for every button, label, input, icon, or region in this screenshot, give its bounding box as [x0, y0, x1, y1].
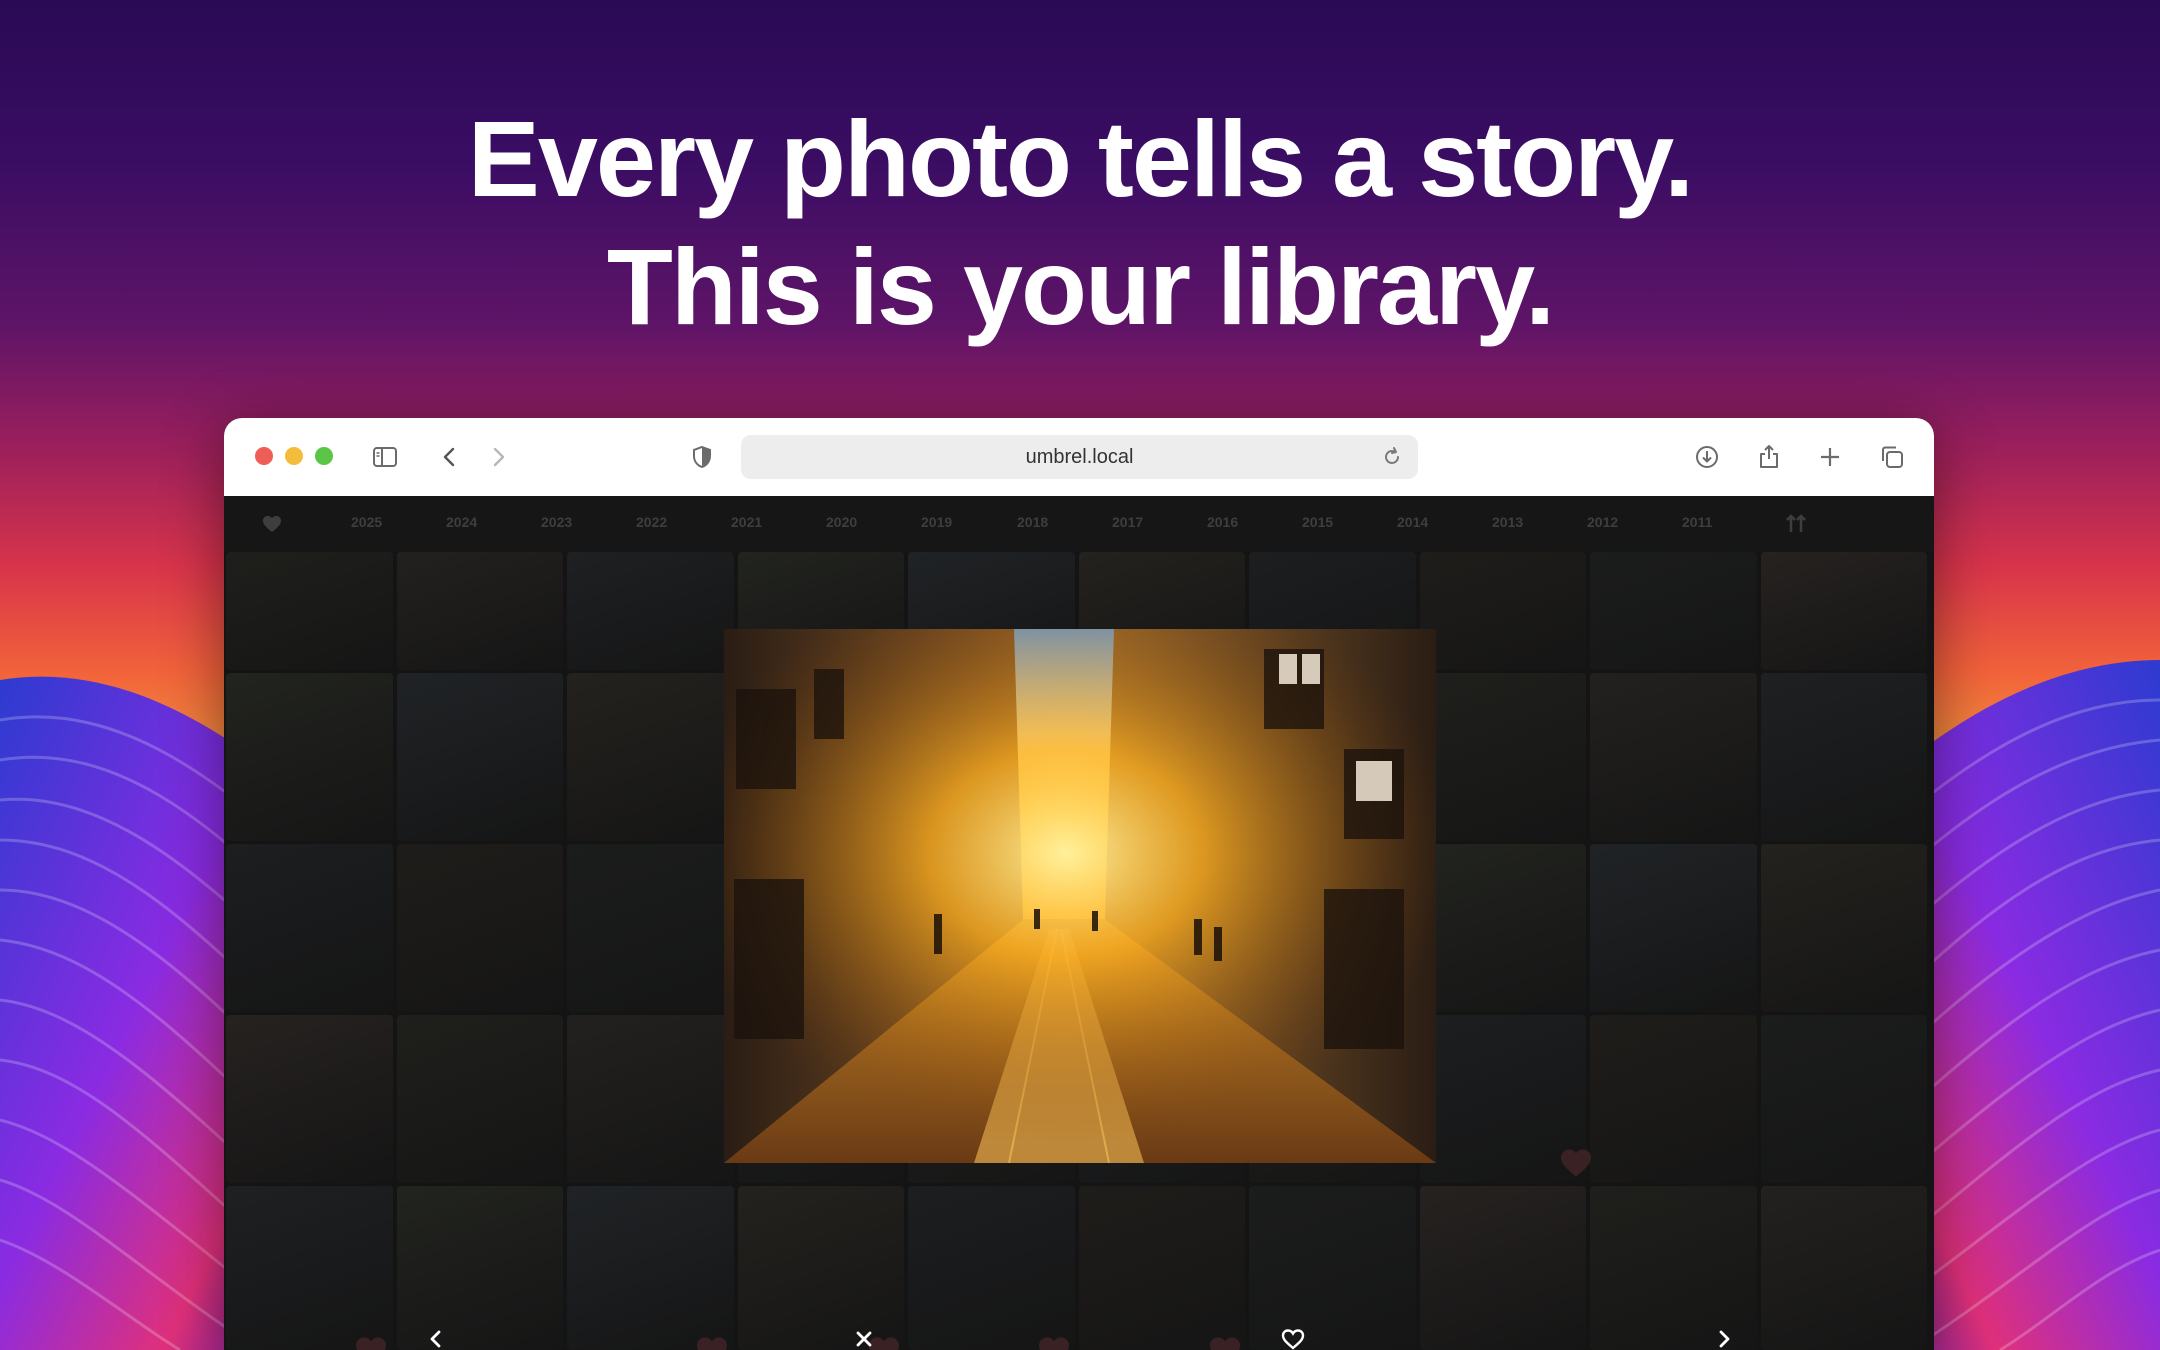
thumbnail-favorite-icon — [1210, 1337, 1240, 1350]
new-tab-icon[interactable] — [1813, 440, 1847, 474]
year-2024[interactable]: 2024 — [446, 514, 477, 530]
hero-headline: Every photo tells a story. This is your … — [0, 95, 2160, 351]
photo-thumbnail[interactable] — [567, 673, 734, 841]
photo-thumbnail[interactable] — [1419, 673, 1586, 841]
thumbnail-favorite-icon — [697, 1337, 727, 1350]
year-2012[interactable]: 2012 — [1587, 514, 1618, 530]
close-window-button[interactable] — [255, 447, 273, 465]
photo-thumbnail[interactable] — [396, 552, 563, 670]
year-2016[interactable]: 2016 — [1207, 514, 1238, 530]
photo-thumbnail[interactable] — [226, 552, 393, 670]
photo-thumbnail[interactable] — [396, 673, 563, 841]
browser-toolbar: umbrel.local — [224, 418, 1934, 497]
reload-icon[interactable] — [1378, 443, 1406, 471]
photo-thumbnail[interactable] — [226, 844, 393, 1012]
next-icon[interactable] — [1709, 1324, 1739, 1350]
timeline-bar: 2025 2024 2023 2022 2021 2020 2019 2018 … — [224, 496, 1934, 552]
close-icon[interactable] — [849, 1324, 879, 1350]
photo-thumbnail[interactable] — [567, 1015, 734, 1183]
photo-thumbnail[interactable] — [1249, 1186, 1416, 1350]
street-sunset-photo — [724, 629, 1436, 1163]
photo-thumbnail[interactable] — [567, 552, 734, 670]
year-2023[interactable]: 2023 — [541, 514, 572, 530]
year-2015[interactable]: 2015 — [1302, 514, 1333, 530]
photo-thumbnail[interactable] — [1760, 552, 1927, 670]
heart-icon[interactable] — [262, 515, 282, 533]
headline-line-1: Every photo tells a story. — [467, 98, 1694, 219]
photo-thumbnail[interactable] — [226, 673, 393, 841]
photos-app: 2025 2024 2023 2022 2021 2020 2019 2018 … — [224, 496, 1934, 1350]
year-2018[interactable]: 2018 — [1017, 514, 1048, 530]
forward-icon[interactable] — [481, 440, 515, 474]
photo-thumbnail[interactable] — [1419, 552, 1586, 670]
year-2021[interactable]: 2021 — [731, 514, 762, 530]
photo-thumbnail[interactable] — [1590, 844, 1757, 1012]
sidebar-icon[interactable] — [368, 440, 402, 474]
photo-thumbnail[interactable] — [567, 844, 734, 1012]
previous-icon[interactable] — [421, 1324, 451, 1350]
download-icon[interactable] — [1690, 440, 1724, 474]
year-2011[interactable]: 2011 — [1682, 514, 1712, 530]
favorite-icon[interactable] — [1278, 1324, 1308, 1350]
year-2019[interactable]: 2019 — [921, 514, 952, 530]
photo-thumbnail[interactable] — [1760, 1186, 1927, 1350]
year-2020[interactable]: 2020 — [826, 514, 857, 530]
sort-arrows-icon[interactable] — [1785, 513, 1807, 535]
photo-thumbnail[interactable] — [567, 1186, 734, 1350]
zoom-window-button[interactable] — [315, 447, 333, 465]
thumbnail-favorite-icon — [356, 1337, 386, 1350]
photo-thumbnail[interactable] — [1590, 673, 1757, 841]
photo-thumbnail[interactable] — [1590, 552, 1757, 670]
address-bar[interactable]: umbrel.local — [741, 435, 1418, 479]
year-2017[interactable]: 2017 — [1112, 514, 1143, 530]
thumbnail-favorite-icon — [1039, 1337, 1069, 1350]
headline-line-2: This is your library. — [606, 226, 1555, 347]
photo-thumbnail[interactable] — [1419, 1186, 1586, 1350]
share-icon[interactable] — [1752, 440, 1786, 474]
url-text: umbrel.local — [1025, 446, 1134, 468]
photo-thumbnail[interactable] — [737, 1186, 904, 1350]
photo-thumbnail[interactable] — [1760, 673, 1927, 841]
photo-thumbnail[interactable] — [396, 1015, 563, 1183]
photo-thumbnail[interactable] — [396, 844, 563, 1012]
year-2022[interactable]: 2022 — [636, 514, 667, 530]
minimize-window-button[interactable] — [285, 447, 303, 465]
photo-thumbnail[interactable] — [226, 1015, 393, 1183]
photo-thumbnail[interactable] — [1419, 844, 1586, 1012]
year-2014[interactable]: 2014 — [1397, 514, 1428, 530]
photo-thumbnail[interactable] — [1760, 844, 1927, 1012]
thumbnail-favorite-icon — [1561, 1149, 1591, 1177]
photo-thumbnail[interactable] — [1078, 1186, 1245, 1350]
photo-thumbnail[interactable] — [226, 1186, 393, 1350]
year-2025[interactable]: 2025 — [351, 514, 382, 530]
photo-thumbnail[interactable] — [1760, 1015, 1927, 1183]
photo-thumbnail[interactable] — [908, 1186, 1075, 1350]
back-icon[interactable] — [433, 440, 467, 474]
browser-window: umbrel.local 2025 2024 2023 2022 2021 20… — [224, 418, 1934, 1350]
tabs-overview-icon[interactable] — [1875, 440, 1909, 474]
year-2013[interactable]: 2013 — [1492, 514, 1523, 530]
photo-thumbnail[interactable] — [1590, 1015, 1757, 1183]
shield-icon[interactable] — [685, 440, 719, 474]
